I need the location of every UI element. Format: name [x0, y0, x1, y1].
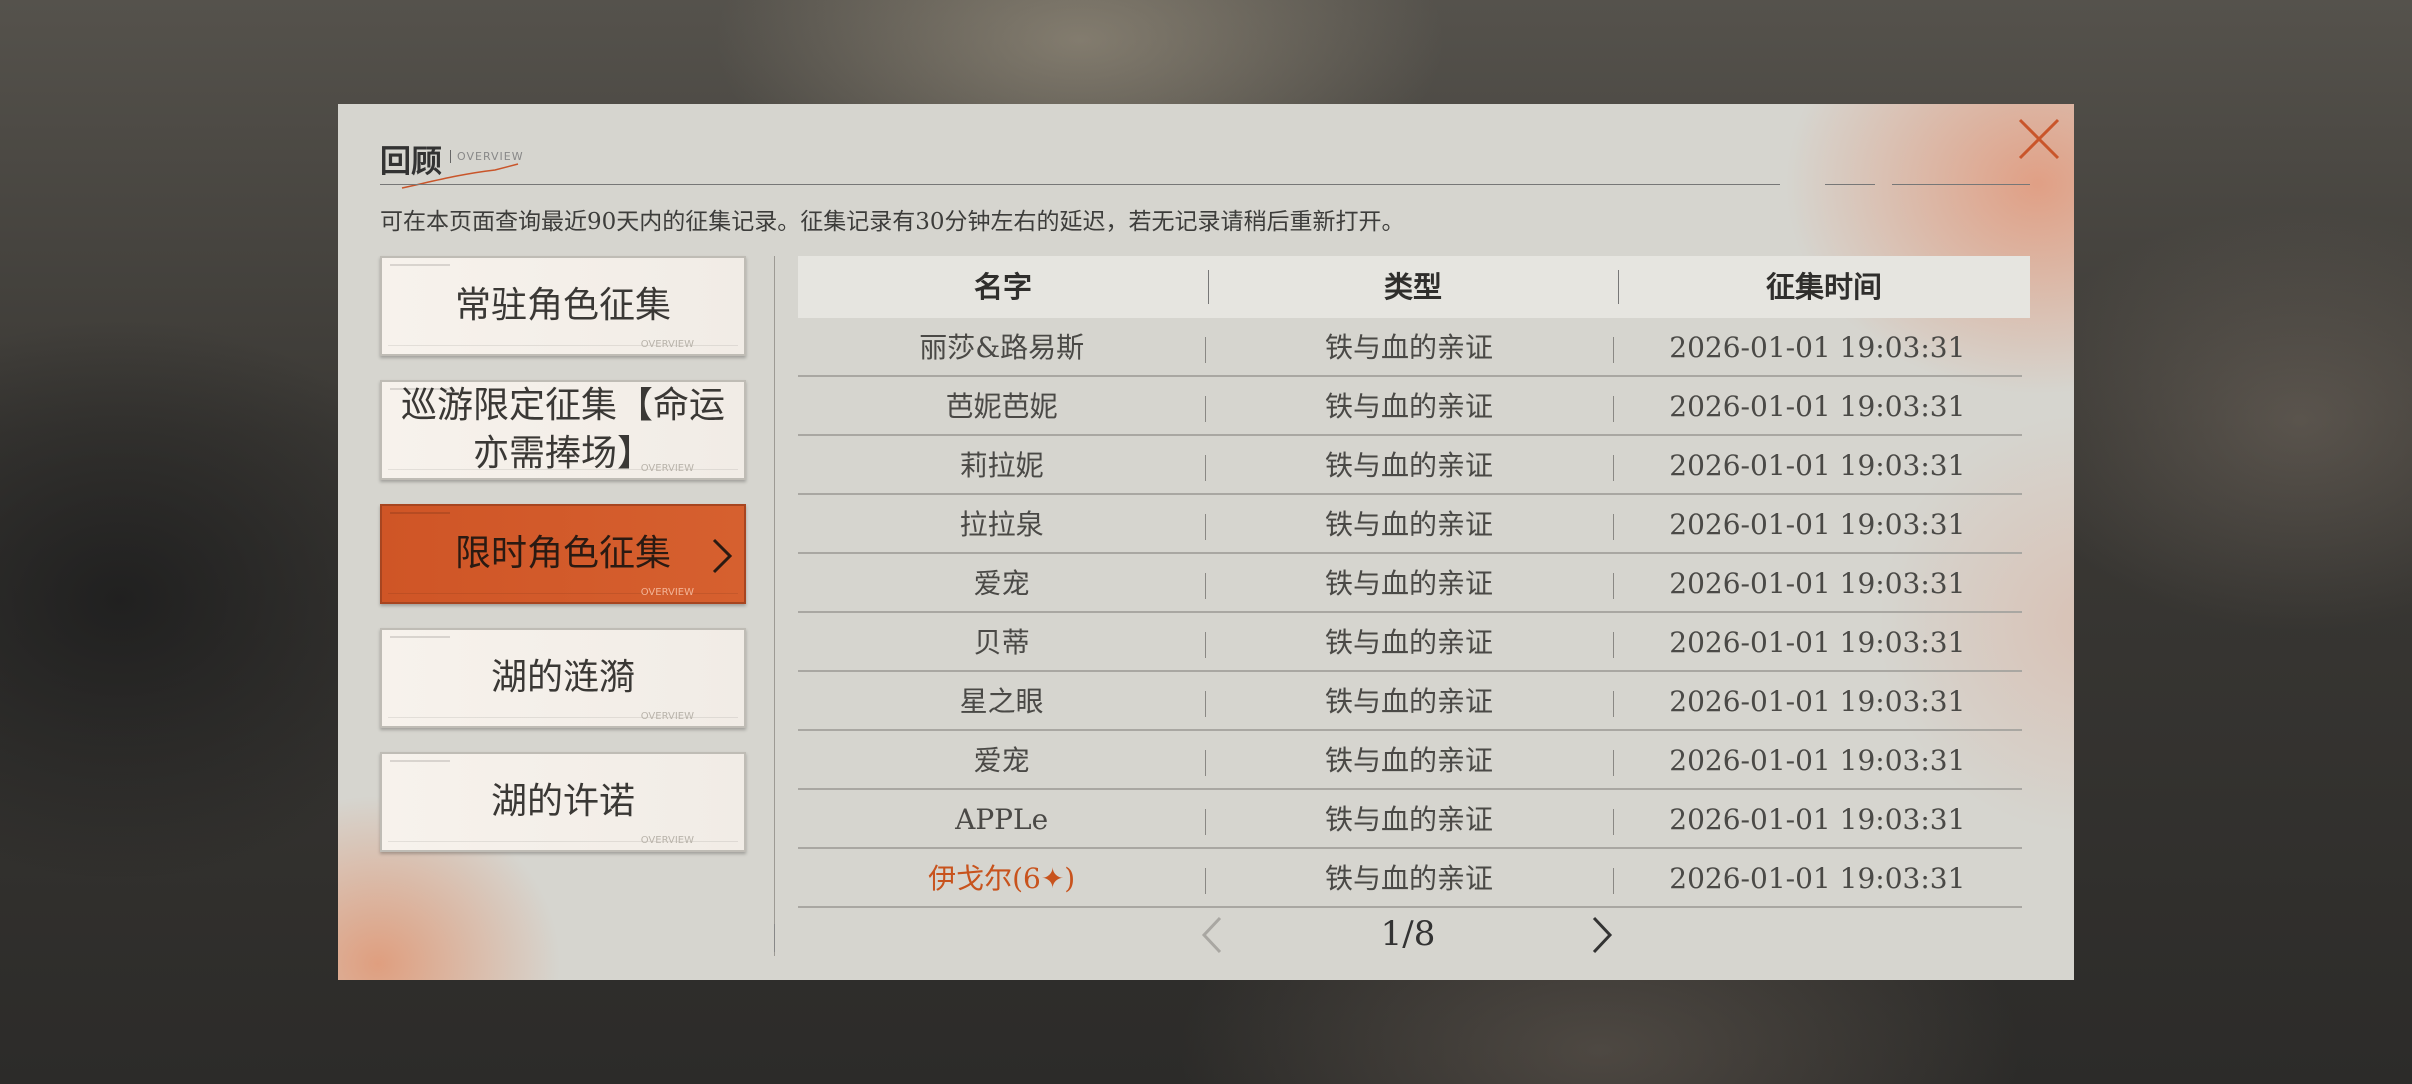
- nav-item-label: 限时角色征集: [454, 533, 671, 574]
- cell-time: 2026-01-01 19:03:31: [1612, 554, 2022, 611]
- table-header: 名字 类型 征集时间: [798, 256, 2030, 318]
- nav-item-deco-text: OVERVIEW: [640, 463, 694, 474]
- cell-name: 爱宠: [973, 744, 1030, 777]
- table-row: 拉拉泉 铁与血的亲证 2026-01-01 19:03:31: [798, 495, 2022, 554]
- records-table: 名字 类型 征集时间 丽莎&路易斯 铁与血的亲证 2026-01-01 19:0…: [798, 256, 2030, 908]
- page-indicator: 1/8: [1380, 914, 1436, 954]
- table-row: 爱宠 铁与血的亲证 2026-01-01 19:03:31: [798, 731, 2022, 790]
- next-page-button[interactable]: [1586, 914, 1616, 956]
- table-row: 丽莎&路易斯 铁与血的亲证 2026-01-01 19:03:31: [798, 318, 2022, 377]
- column-header-time: 征集时间: [1618, 256, 2030, 318]
- table-row: 爱宠 铁与血的亲证 2026-01-01 19:03:31: [798, 554, 2022, 613]
- nav-decoration: [390, 636, 450, 638]
- table-row: 伊戈尔(6✦) 铁与血的亲证 2026-01-01 19:03:31: [798, 849, 2022, 908]
- table-row: 贝蒂 铁与血的亲证 2026-01-01 19:03:31: [798, 613, 2022, 672]
- nav-item-label: 湖的许诺: [490, 781, 635, 822]
- chevron-left-icon: [1201, 916, 1222, 954]
- cell-type: 铁与血的亲证: [1205, 554, 1612, 611]
- nav-decoration: [390, 264, 450, 266]
- nav-item-deco-text: OVERVIEW: [640, 711, 694, 722]
- cell-name: 莉拉妮: [959, 449, 1044, 482]
- cell-type: 铁与血的亲证: [1205, 849, 1612, 906]
- cell-time: 2026-01-01 19:03:31: [1612, 377, 2022, 434]
- dialog-header: 回顾 OVERVIEW: [380, 132, 2030, 192]
- cell-name: 爱宠: [973, 567, 1030, 600]
- cell-name: 拉拉泉: [959, 508, 1044, 541]
- pager-divider: [774, 924, 775, 952]
- cell-name: 丽莎&路易斯: [919, 331, 1085, 364]
- cell-time: 2026-01-01 19:03:31: [1612, 672, 2022, 729]
- cell-time: 2026-01-01 19:03:31: [1612, 318, 2022, 375]
- header-divider: [1892, 184, 2030, 185]
- header-divider: [1825, 184, 1875, 185]
- nav-item-deco-text: OVERVIEW: [640, 339, 694, 350]
- chevron-right-icon: [712, 538, 733, 574]
- table-row: APPLe 铁与血的亲证 2026-01-01 19:03:31: [798, 790, 2022, 849]
- nav-item-deco-text: OVERVIEW: [640, 835, 694, 846]
- cell-name: 星之眼: [959, 685, 1044, 718]
- cell-time: 2026-01-01 19:03:31: [1612, 731, 2022, 788]
- nav-item-deco-text: OVERVIEW: [640, 587, 694, 598]
- cell-time: 2026-01-01 19:03:31: [1612, 613, 2022, 670]
- cell-type: 铁与血的亲证: [1205, 495, 1612, 552]
- column-header-name: 名字: [973, 270, 1032, 304]
- overview-dialog: 回顾 OVERVIEW 可在本页面查询最近90天内的征集记录。征集记录有30分钟…: [338, 104, 2074, 980]
- cell-time: 2026-01-01 19:03:31: [1612, 790, 2022, 847]
- nav-item-lake-ripple[interactable]: 湖的涟漪 OVERVIEW: [380, 628, 746, 728]
- table-row: 星之眼 铁与血的亲证 2026-01-01 19:03:31: [798, 672, 2022, 731]
- column-header-type: 类型: [1208, 256, 1618, 318]
- cell-type: 铁与血的亲证: [1205, 318, 1612, 375]
- cell-name: 伊戈尔(6✦): [928, 862, 1076, 895]
- nav-item-standard[interactable]: 常驻角色征集 OVERVIEW: [380, 256, 746, 356]
- cell-time: 2026-01-01 19:03:31: [1612, 436, 2022, 493]
- nav-item-lake-promise[interactable]: 湖的许诺 OVERVIEW: [380, 752, 746, 852]
- cell-name: APPLe: [955, 803, 1049, 836]
- chevron-right-icon: [1592, 916, 1613, 954]
- cell-name: 芭妮芭妮: [945, 390, 1058, 423]
- cell-type: 铁与血的亲证: [1205, 790, 1612, 847]
- pagination: 1/8: [774, 904, 2030, 964]
- cell-type: 铁与血的亲证: [1205, 613, 1612, 670]
- cell-type: 铁与血的亲证: [1205, 436, 1612, 493]
- notice-text: 可在本页面查询最近90天内的征集记录。征集记录有30分钟左右的延迟，若无记录请稍…: [380, 209, 1405, 235]
- cell-type: 铁与血的亲证: [1205, 672, 1612, 729]
- vertical-divider: [774, 256, 775, 956]
- nav-item-label: 湖的涟漪: [490, 657, 635, 698]
- nav-decoration: [390, 388, 450, 390]
- cell-time: 2026-01-01 19:03:31: [1612, 849, 2022, 906]
- header-divider: [380, 184, 1780, 185]
- table-row: 芭妮芭妮 铁与血的亲证 2026-01-01 19:03:31: [798, 377, 2022, 436]
- table-body: 丽莎&路易斯 铁与血的亲证 2026-01-01 19:03:31 芭妮芭妮 铁…: [798, 318, 2030, 908]
- title-swoosh-decoration: [401, 163, 519, 189]
- nav-item-label: 常驻角色征集: [454, 285, 671, 326]
- nav-item-limited-tour[interactable]: 巡游限定征集【命运亦需捧场】 OVERVIEW: [380, 380, 746, 480]
- nav-item-limited-character[interactable]: 限时角色征集 OVERVIEW: [380, 504, 746, 604]
- cell-time: 2026-01-01 19:03:31: [1612, 495, 2022, 552]
- prev-page-button[interactable]: [1198, 914, 1228, 956]
- cell-type: 铁与血的亲证: [1205, 731, 1612, 788]
- nav-decoration: [390, 512, 450, 514]
- table-row: 莉拉妮 铁与血的亲证 2026-01-01 19:03:31: [798, 436, 2022, 495]
- cell-type: 铁与血的亲证: [1205, 377, 1612, 434]
- nav-decoration: [390, 760, 450, 762]
- cell-name: 贝蒂: [973, 626, 1030, 659]
